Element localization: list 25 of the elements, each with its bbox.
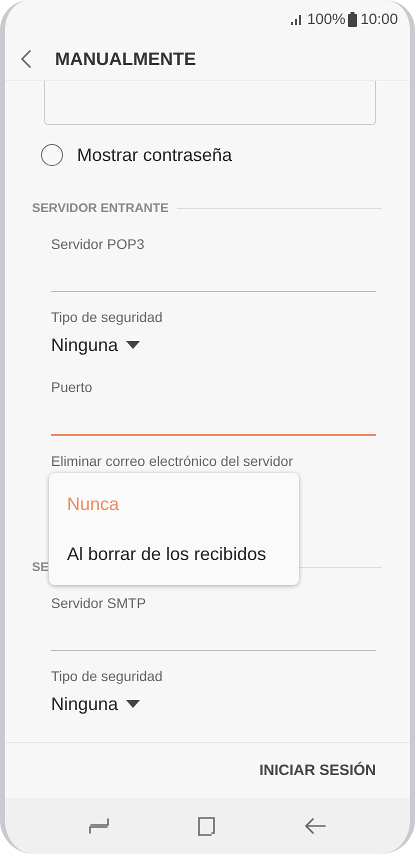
security-dropdown[interactable]: Ninguna <box>51 687 376 721</box>
show-password-label: Mostrar contraseña <box>77 144 232 166</box>
clock-time: 10:00 <box>360 10 398 28</box>
back-icon[interactable] <box>304 816 326 836</box>
field-label: Servidor POP3 <box>51 235 146 254</box>
field-label: Puerto <box>51 378 94 397</box>
battery-level: 100% <box>307 10 346 28</box>
dropdown-arrow-icon <box>126 700 140 708</box>
recent-apps-icon[interactable] <box>88 816 109 836</box>
section-title: SERVIDOR ENTRANTE <box>32 201 169 215</box>
field-label: Tipo de seguridad <box>51 667 164 686</box>
battery-icon <box>348 12 358 26</box>
back-icon[interactable] <box>21 50 31 68</box>
menu-item[interactable]: Al borrar de los recibidos <box>49 529 299 579</box>
radio-button[interactable] <box>41 144 63 166</box>
security-dropdown[interactable]: Ninguna <box>51 328 376 362</box>
dropdown-arrow-icon <box>126 341 140 349</box>
field-label: Eliminar correo electrónico del servidor <box>51 452 294 471</box>
field-label: Tipo de seguridad <box>51 308 164 327</box>
section-title: SE <box>32 560 49 574</box>
home-icon[interactable] <box>196 816 216 836</box>
sign-in-button[interactable]: INICIAR SESIÓN <box>259 758 376 783</box>
field-label: Servidor SMTP <box>51 594 147 613</box>
page-title: MANUALMENTE <box>55 48 196 70</box>
password-field[interactable] <box>44 81 376 125</box>
